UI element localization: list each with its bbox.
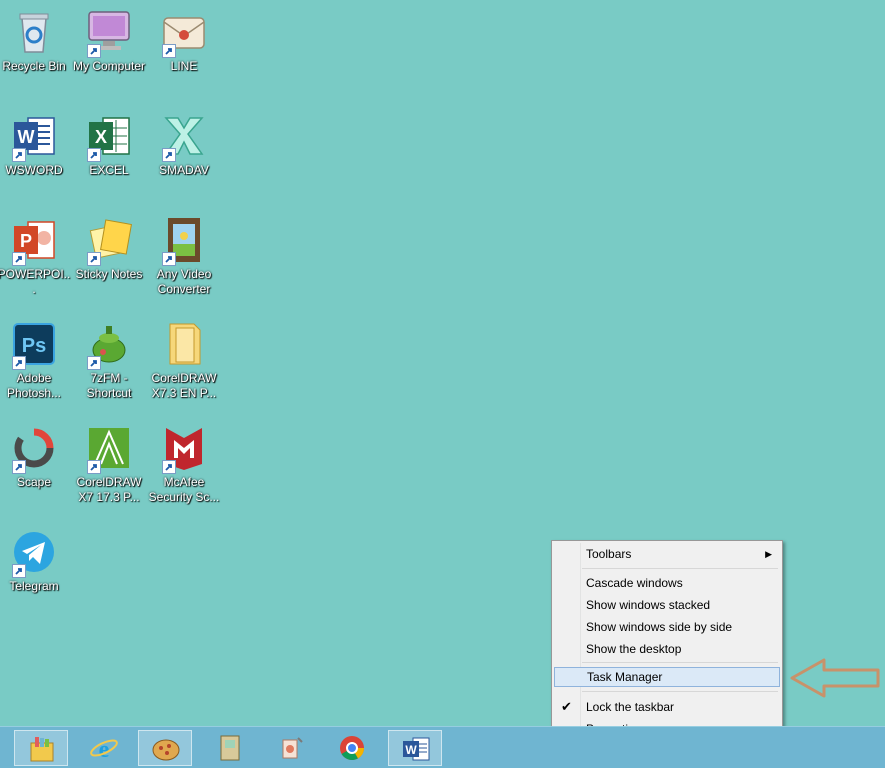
shortcut-arrow-icon [162,44,176,58]
desktop-icon-label: Sticky Notes [75,267,143,281]
menu-item-show-windows-side-by-side[interactable]: Show windows side by side [554,617,780,637]
shortcut-arrow-icon [12,356,26,370]
desktop-icon-label: Scape [16,475,52,489]
pizza-app-icon [152,739,180,761]
menu-item-task-manager[interactable]: Task Manager [554,667,780,687]
taskbar-item-word[interactable]: W [388,730,442,766]
shortcut-arrow-icon [12,460,26,474]
shortcut-arrow-icon [12,252,26,266]
desktop-icon-label: LINE [170,59,198,73]
submenu-arrow-icon: ▶ [765,549,772,559]
recycle-bin-icon [19,13,49,53]
taskbar-item-paint-app[interactable] [264,730,318,766]
menu-item-label: Task Manager [587,670,663,684]
folder-icon [169,323,201,365]
desktop-icon-powerpoint[interactable]: P POWERPOI... [0,216,71,297]
notebook-icon [220,735,240,761]
paint-app-icon [282,737,303,759]
desktop-icon-label: Any Video Converter [156,267,212,296]
desktop-icon-mcafee[interactable]: McAfee Security Sc... [147,424,221,505]
taskbar-item-chrome[interactable] [325,730,379,766]
desktop-icon-wsword[interactable]: W WSWORD [0,112,71,178]
menu-item-label: Toolbars [586,547,632,561]
taskbar-item-file-manager[interactable] [14,730,68,766]
menu-item-show-the-desktop[interactable]: Show the desktop [554,639,780,659]
desktop-icon-excel[interactable]: X EXCEL [72,112,146,178]
shortcut-arrow-icon [87,44,101,58]
menu-item-cascade-windows[interactable]: Cascade windows [554,573,780,593]
checkmark-icon: ✔ [561,699,572,714]
menu-item-toolbars[interactable]: Toolbars ▶ [554,544,780,564]
desktop-icon-photoshop[interactable]: Ps Adobe Photosh... [0,320,71,401]
menu-item-label: Show windows stacked [586,598,711,612]
svg-text:W: W [18,127,35,147]
menu-separator [582,691,778,692]
shortcut-arrow-icon [87,252,101,266]
menu-item-label: Lock the taskbar [586,700,675,714]
annotation-arrow-icon [790,658,880,698]
desktop-icon-label: SMADAV [159,163,209,177]
menu-item-label: Show the desktop [586,642,682,656]
shortcut-arrow-icon [87,356,101,370]
desktop-icon-coreldraw-folder[interactable]: CorelDRAW X7.3 EN P... [147,320,221,401]
desktop-icon-label: EXCEL [89,163,129,177]
shortcut-arrow-icon [162,252,176,266]
desktop-icon-label: CorelDRAW X7 17.3 P... [76,475,142,504]
menu-item-lock-the-taskbar[interactable]: ✔ Lock the taskbar [554,697,780,717]
shortcut-arrow-icon [12,564,26,578]
desktop-icon-my-computer[interactable]: My Computer [72,8,146,74]
chrome-icon [340,736,364,761]
taskbar-item-internet-explorer[interactable]: e [77,730,131,766]
file-manager-icon [30,737,54,762]
desktop-icon-smadav[interactable]: SMADAV [147,112,221,178]
desktop-icon-label: Recycle Bin [2,59,66,73]
desktop-icon-label: My Computer [72,59,146,73]
desktop-icon-telegram[interactable]: Telegram [0,528,71,594]
shortcut-arrow-icon [12,148,26,162]
desktop-icon-any-video-converter[interactable]: Any Video Converter [147,216,221,297]
desktop-icon-label: McAfee Security Sc... [148,475,220,504]
shortcut-arrow-icon [162,148,176,162]
desktop-icon-label: CorelDRAW X7.3 EN P... [151,371,217,400]
svg-text:Ps: Ps [22,335,46,357]
desktop-icon-coreldraw[interactable]: CorelDRAW X7 17.3 P... [72,424,146,505]
desktop-icon-label: POWERPOI... [0,267,71,296]
desktop-icon-7zfm[interactable]: 7zFM - Shortcut [72,320,146,401]
svg-text:P: P [20,231,32,251]
word-icon: W [403,737,430,761]
shortcut-arrow-icon [162,460,176,474]
menu-item-label: Show windows side by side [586,620,733,634]
menu-separator [582,568,778,569]
desktop-icon-label: Telegram [9,579,59,593]
menu-item-show-windows-stacked[interactable]: Show windows stacked [554,595,780,615]
taskbar-item-notebook[interactable] [203,730,257,766]
desktop-icon-line[interactable]: LINE [147,8,221,74]
taskbar: e W [0,726,885,768]
menu-separator [582,662,778,663]
menu-item-label: Cascade windows [586,576,683,590]
internet-explorer-icon: e [90,737,118,762]
shortcut-arrow-icon [87,460,101,474]
desktop-icon-recycle-bin[interactable]: Recycle Bin [0,8,71,74]
desktop-icon-sticky-notes[interactable]: Sticky Notes [72,216,146,282]
taskbar-item-pizza-app[interactable] [138,730,192,766]
svg-text:X: X [95,127,107,147]
svg-text:W: W [405,743,417,757]
desktop-icon-label: 7zFM - Shortcut [86,371,132,400]
desktop-icon-label: WSWORD [5,163,63,177]
desktop-icon-label: Adobe Photosh... [6,371,62,400]
desktop-icon-scape[interactable]: Scape [0,424,71,490]
taskbar-context-menu: Toolbars ▶ Cascade windows Show windows … [551,540,783,742]
shortcut-arrow-icon [87,148,101,162]
